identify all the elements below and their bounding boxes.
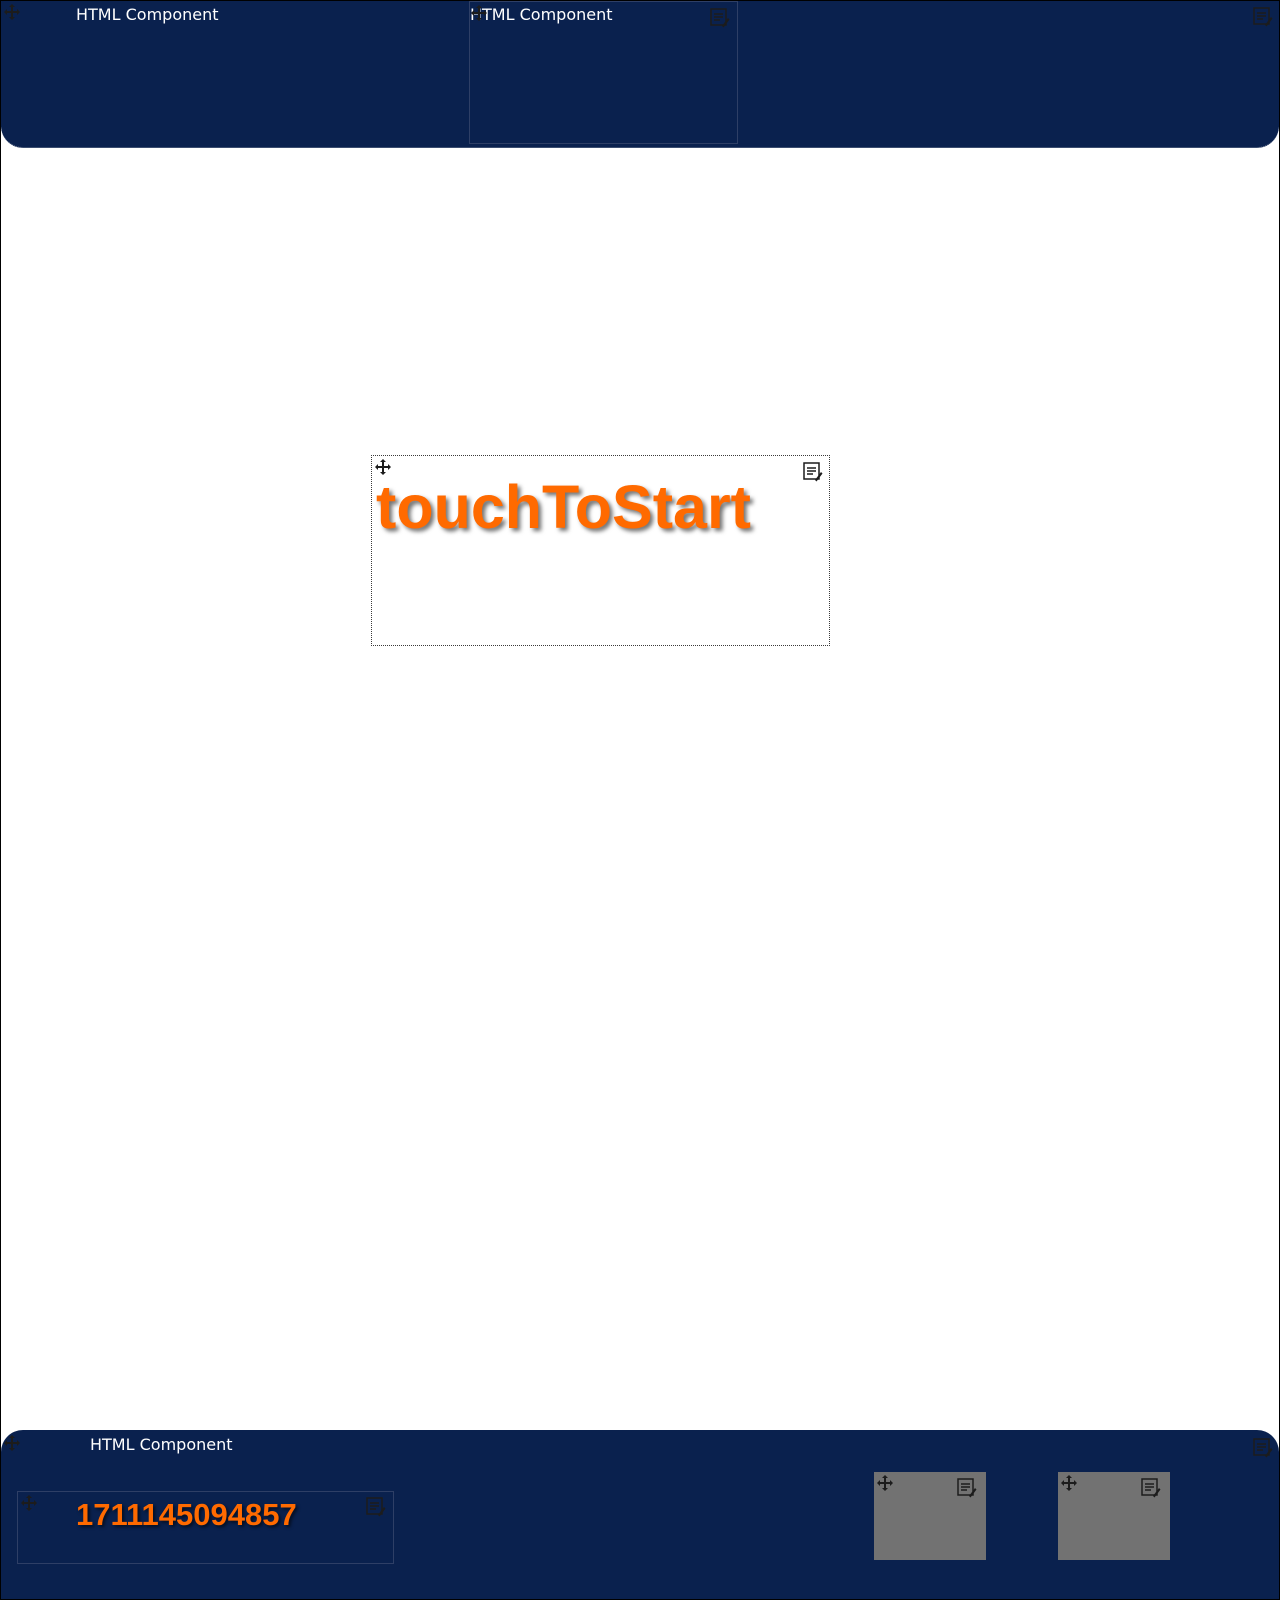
header-component-box[interactable]: HTML Component — [469, 1, 738, 144]
touch-to-start-text[interactable]: touchToStart — [376, 472, 751, 542]
edit-icon[interactable] — [1141, 1478, 1161, 1498]
edit-icon[interactable] — [1253, 1438, 1273, 1458]
move-icon[interactable] — [876, 1474, 896, 1494]
move-icon[interactable] — [470, 4, 490, 24]
move-icon[interactable] — [1060, 1474, 1080, 1494]
edit-icon[interactable] — [1253, 7, 1273, 27]
move-icon[interactable] — [3, 3, 23, 23]
grey-tile-component[interactable] — [1058, 1472, 1170, 1560]
edit-icon[interactable] — [803, 462, 823, 482]
edit-icon[interactable] — [710, 8, 730, 28]
start-component[interactable]: touchToStart — [371, 455, 830, 646]
move-icon[interactable] — [20, 1494, 40, 1514]
grey-tile-component[interactable] — [874, 1472, 986, 1560]
edit-icon[interactable] — [957, 1478, 977, 1498]
canvas: HTML Component HTML Component touchToSta… — [0, 0, 1280, 1600]
counter-value: 1711145094857 — [76, 1497, 297, 1532]
component-label: HTML Component — [90, 1435, 233, 1454]
header-panel[interactable]: HTML Component HTML Component — [1, 1, 1279, 148]
footer-panel[interactable]: HTML Component 1711145094857 — [1, 1430, 1279, 1599]
component-label: HTML Component — [76, 5, 219, 24]
move-icon[interactable] — [3, 1434, 23, 1454]
component-label: HTML Component — [470, 5, 613, 24]
counter-component[interactable]: 1711145094857 — [17, 1491, 394, 1564]
edit-icon[interactable] — [366, 1497, 386, 1517]
